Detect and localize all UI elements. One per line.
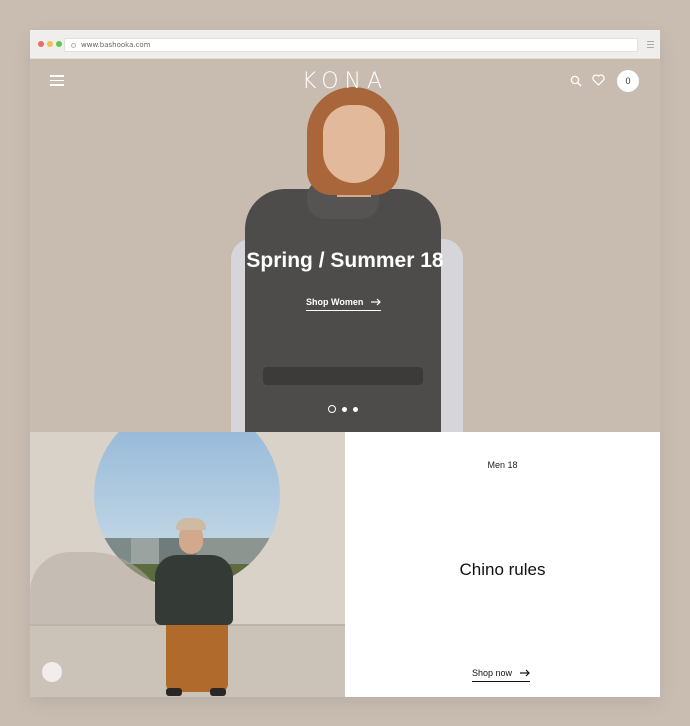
maximize-window-button[interactable] (56, 41, 62, 47)
men-promo-image[interactable] (30, 432, 345, 697)
shop-now-label: Shop now (472, 668, 513, 678)
men-promo-panel: Men 18 Chino rules Shop now (345, 432, 660, 697)
slider-pagination (328, 405, 358, 413)
image-nav-dot[interactable] (42, 662, 62, 682)
site-logo[interactable]: KONA (30, 69, 660, 94)
slide-dot-1[interactable] (328, 405, 336, 413)
url-text: www.bashooka.com (81, 41, 151, 49)
shop-women-link[interactable]: Shop Women (306, 297, 382, 311)
shop-now-link[interactable]: Shop now (472, 668, 531, 682)
browser-chrome: www.bashooka.com (30, 30, 660, 59)
slide-dot-2[interactable] (342, 406, 347, 412)
window-controls (38, 41, 62, 47)
hero-banner: KONA 0 Spring / Summer 18 Shop Women (30, 59, 660, 432)
browser-window: www.bashooka.com KONA 0 Spring / Summer (30, 30, 660, 697)
promo-kicker: Men 18 (487, 460, 518, 470)
search-icon[interactable] (570, 74, 584, 88)
close-window-button[interactable] (38, 41, 44, 47)
arrow-right-icon (371, 298, 382, 306)
url-info-icon (71, 42, 76, 48)
address-bar[interactable]: www.bashooka.com (64, 38, 638, 52)
shop-women-label: Shop Women (306, 297, 364, 307)
slide-dot-3[interactable] (353, 406, 358, 412)
cart-button[interactable]: 0 (617, 70, 639, 92)
browser-menu-icon[interactable] (647, 41, 654, 50)
promo-title: Chino rules (459, 560, 546, 579)
minimize-window-button[interactable] (47, 41, 53, 47)
arrow-right-icon (520, 669, 530, 677)
hero-title: Spring / Summer 18 (246, 249, 444, 272)
heart-icon[interactable] (592, 73, 606, 87)
